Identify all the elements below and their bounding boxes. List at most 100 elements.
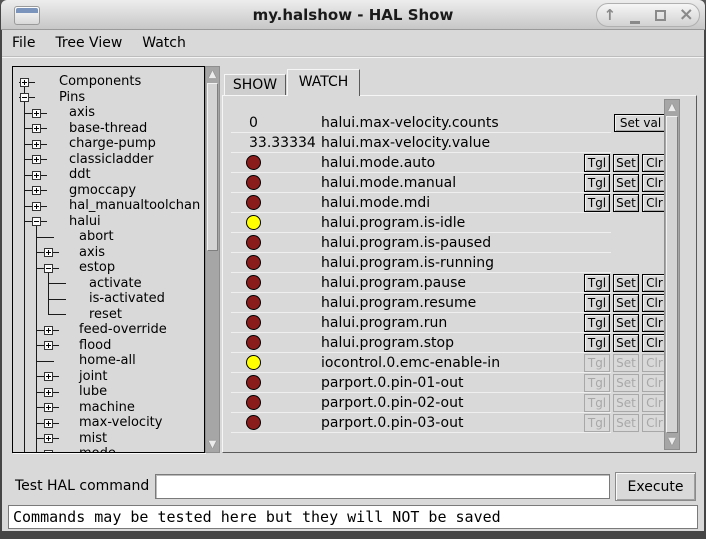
tree-item-halui[interactable]: halui [69, 214, 101, 230]
set-button[interactable]: Set [613, 314, 639, 332]
scroll-down-icon[interactable]: ▼ [665, 434, 679, 449]
tree-item-mist[interactable]: mist [79, 431, 107, 447]
tree-item-Pins[interactable]: Pins [59, 90, 85, 106]
tree-scrollbar-thumb[interactable] [207, 83, 218, 251]
tgl-button[interactable]: Tgl [584, 274, 610, 292]
tree-row: base-thread [13, 121, 204, 137]
title-bar[interactable]: my.halshow - HAL Show ↑ × [1, 0, 705, 30]
tree-expand-icon[interactable] [44, 419, 53, 428]
tree-item-ddt[interactable]: ddt [69, 167, 91, 183]
tree-item-abort[interactable]: abort [79, 229, 114, 245]
watch-value: 33.33334 [249, 133, 316, 153]
tgl-button[interactable]: Tgl [584, 174, 610, 192]
tree-item-lube[interactable]: lube [79, 384, 107, 400]
tree-expand-icon[interactable] [44, 403, 53, 412]
tree-collapse-icon[interactable] [44, 264, 53, 273]
shade-icon[interactable]: ↑ [599, 4, 621, 26]
tree-item-machine[interactable]: machine [79, 400, 135, 416]
execute-button[interactable]: Execute [615, 472, 696, 501]
tree-item-estop[interactable]: estop [79, 260, 115, 276]
watch-pin-name: halui.program.is-paused [321, 233, 491, 253]
scroll-up-icon[interactable]: ▲ [665, 100, 679, 115]
tree-expand-icon[interactable] [32, 124, 41, 133]
led-indicator-red [246, 155, 261, 170]
tab-show[interactable]: SHOW [224, 74, 286, 95]
tree-expand-icon[interactable] [32, 155, 41, 164]
tree-item-flood[interactable]: flood [79, 338, 111, 354]
watch-scrollbar-thumb[interactable] [666, 116, 678, 433]
set-button[interactable]: Set [613, 174, 639, 192]
tree-expand-icon[interactable] [44, 248, 53, 257]
tree-expand-icon[interactable] [44, 341, 53, 350]
tree-row: classicladder [13, 152, 204, 168]
tgl-button[interactable]: Tgl [584, 294, 610, 312]
tree-item-axis[interactable]: axis [69, 105, 95, 121]
tgl-button[interactable]: Tgl [584, 314, 610, 332]
tree-expand-icon[interactable] [44, 372, 53, 381]
tree-expand-icon[interactable] [44, 326, 53, 335]
watch-row: parport.0.pin-03-outTglSetClr [223, 413, 696, 433]
set-button[interactable]: Set [613, 154, 639, 172]
tree-item-charge-pump[interactable]: charge-pump [69, 136, 156, 152]
tree-expand-icon[interactable] [32, 202, 41, 211]
tree-item-max-velocity[interactable]: max-velocity [79, 415, 162, 431]
set-button[interactable]: Set [613, 334, 639, 352]
close-icon[interactable]: × [675, 4, 697, 26]
tree-item-reset[interactable]: reset [89, 307, 122, 323]
scroll-down-icon[interactable]: ▼ [206, 437, 219, 452]
tree-expand-icon[interactable] [44, 434, 53, 443]
tree-item-activate[interactable]: activate [89, 276, 142, 292]
tree-expand-icon[interactable] [32, 140, 41, 149]
maximize-icon[interactable] [650, 10, 672, 21]
tree-item-base-thread[interactable]: base-thread [69, 121, 147, 137]
led-indicator-red [246, 195, 261, 210]
set-button[interactable]: Set [613, 274, 639, 292]
tree-collapse-icon[interactable] [44, 450, 53, 453]
tree-row: flood [13, 338, 204, 354]
tree-connector-line [36, 237, 54, 238]
test-hal-command-label: Test HAL command : [15, 472, 158, 501]
watch-row: halui.program.runTglSetClr [223, 313, 696, 333]
tree-expand-icon[interactable] [32, 186, 41, 195]
tree-item-is-activated[interactable]: is-activated [89, 291, 165, 307]
tab-watch[interactable]: WATCH [287, 69, 360, 96]
tree-collapse-icon[interactable] [32, 217, 41, 226]
tgl-button[interactable]: Tgl [584, 194, 610, 212]
tree-item-feed-override[interactable]: feed-override [79, 322, 167, 338]
watch-pin-name: parport.0.pin-03-out [321, 413, 463, 433]
tree-item-gmoccapy[interactable]: gmoccapy [69, 183, 136, 199]
menu-tree-view[interactable]: Tree View [45, 30, 132, 57]
set-button: Set [613, 374, 639, 392]
menu-watch[interactable]: Watch [132, 30, 196, 57]
tree-item-joint[interactable]: joint [79, 369, 108, 385]
hal-tree-panel: ComponentsPinsaxisbase-threadcharge-pump… [12, 66, 205, 453]
tree-scrollbar[interactable]: ▲ ▼ [205, 66, 220, 453]
tgl-button[interactable]: Tgl [584, 334, 610, 352]
tgl-button[interactable]: Tgl [584, 154, 610, 172]
hal-command-input[interactable] [155, 474, 610, 499]
watch-scrollbar[interactable]: ▲ ▼ [664, 99, 680, 450]
tree-expand-icon[interactable] [32, 109, 41, 118]
tree-row: mist [13, 431, 204, 447]
tree-item-axis[interactable]: axis [79, 245, 105, 261]
tree-row: halui [13, 214, 204, 230]
tree-item-mode[interactable]: mode [79, 446, 116, 453]
set-val-button[interactable]: Set val [614, 114, 667, 132]
tree-expand-icon[interactable] [44, 388, 53, 397]
tree-expand-icon[interactable] [20, 78, 29, 87]
watch-pin-name: halui.mode.mdi [321, 193, 430, 213]
set-button[interactable]: Set [613, 194, 639, 212]
tree-item-classicladder[interactable]: classicladder [69, 152, 153, 168]
watch-row: 0halui.max-velocity.countsSet val [223, 113, 696, 133]
tree-connector-line [48, 299, 66, 300]
scroll-up-icon[interactable]: ▲ [206, 67, 219, 82]
tree-collapse-icon[interactable] [20, 93, 29, 102]
tree-item-hal_manualtoolchan[interactable]: hal_manualtoolchan [69, 198, 200, 214]
tree-expand-icon[interactable] [32, 171, 41, 180]
tree-item-Components[interactable]: Components [59, 74, 141, 90]
menu-file[interactable]: File [2, 30, 45, 57]
set-button[interactable]: Set [613, 294, 639, 312]
tree-item-home-all[interactable]: home-all [79, 353, 136, 369]
tree-row: activate [13, 276, 204, 292]
minimize-icon[interactable] [624, 6, 646, 24]
